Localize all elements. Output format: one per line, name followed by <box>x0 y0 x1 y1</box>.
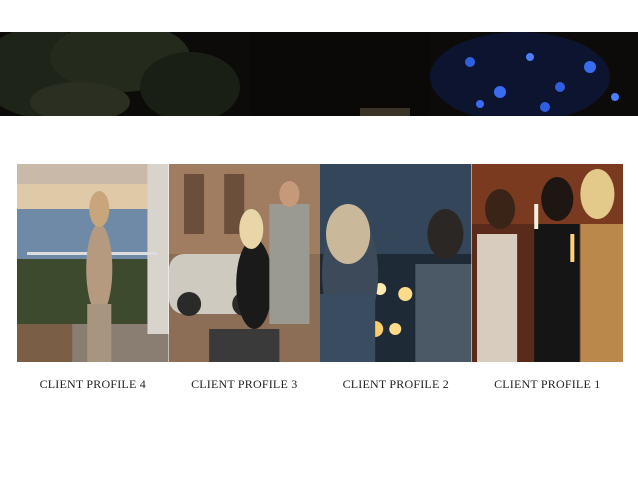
profile-captions: CLIENT PROFILE 4 CLIENT PROFILE 3 CLIENT… <box>17 377 623 392</box>
client-profile-1-label: CLIENT PROFILE 1 <box>494 377 601 391</box>
client-profile-4-image[interactable] <box>17 164 169 362</box>
client-profile-2-label: CLIENT PROFILE 2 <box>342 377 449 391</box>
client-profile-1-image[interactable] <box>471 164 623 362</box>
client-profile-3-label: CLIENT PROFILE 3 <box>191 377 298 391</box>
client-profile-3-image[interactable] <box>168 164 320 362</box>
client-profile-2-image[interactable] <box>320 164 472 362</box>
client-profile-gallery <box>17 164 623 362</box>
header-banner-image <box>0 32 638 116</box>
client-profile-4-label: CLIENT PROFILE 4 <box>39 377 146 391</box>
